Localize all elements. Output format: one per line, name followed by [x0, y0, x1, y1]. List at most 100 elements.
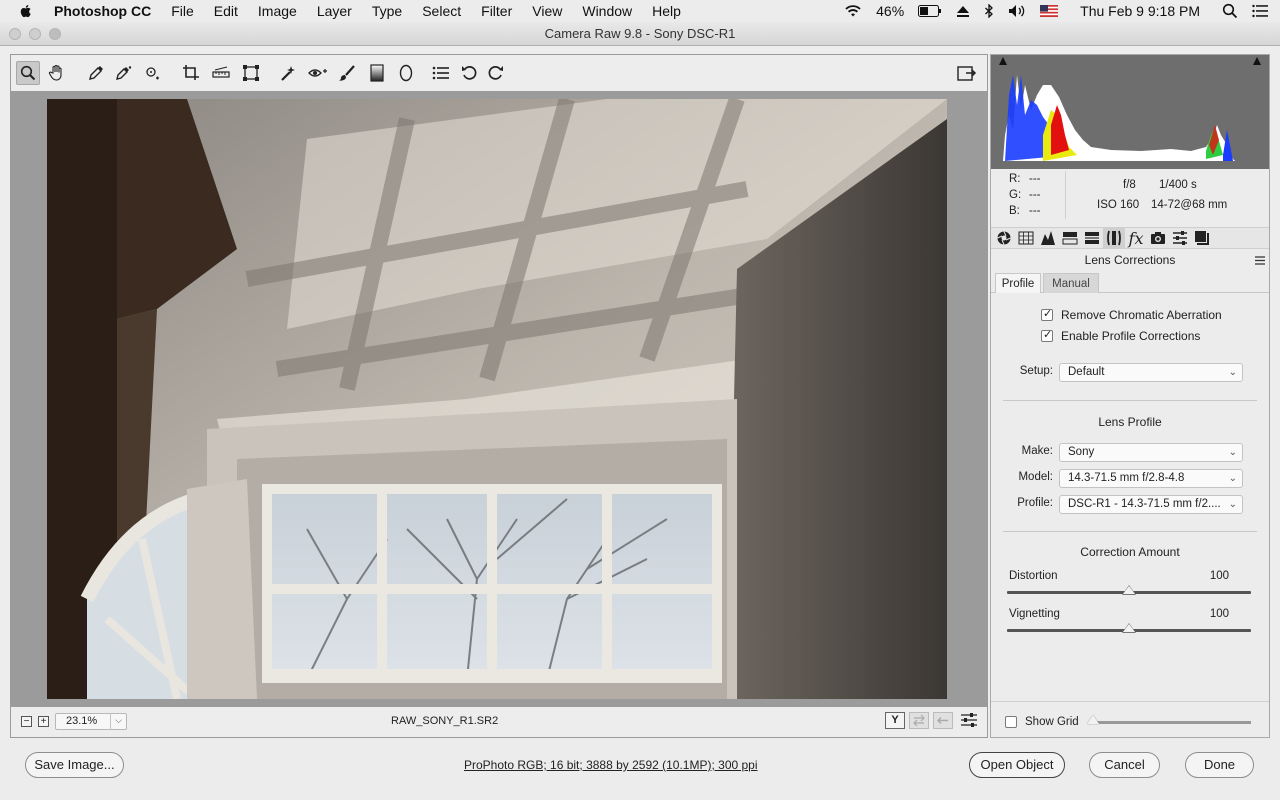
rotate-cw-icon: [488, 66, 503, 80]
zoom-tool[interactable]: [16, 61, 40, 85]
graduated-filter-tool[interactable]: [365, 61, 389, 85]
spot-removal-icon: [281, 66, 295, 81]
r-label: R:: [1009, 173, 1021, 185]
bluetooth-icon[interactable]: [984, 4, 994, 18]
zoom-in-button[interactable]: +: [38, 716, 49, 727]
show-grid-row[interactable]: Show Grid: [1005, 714, 1079, 730]
highlight-clipping-icon[interactable]: [1253, 57, 1261, 65]
image-preview-area[interactable]: [11, 91, 987, 707]
view-settings-button[interactable]: [959, 711, 981, 730]
vignetting-label: Vignetting: [1009, 608, 1060, 620]
enable-profile-label: Enable Profile Corrections: [1061, 329, 1201, 343]
remove-ca-row[interactable]: Remove Chromatic Aberration: [1041, 307, 1222, 323]
tab-profile[interactable]: Profile: [995, 273, 1041, 293]
transform-tool[interactable]: [239, 61, 263, 85]
tab-hsl[interactable]: [1059, 228, 1081, 248]
model-select[interactable]: 14.3-71.5 mm f/2.8-4.8 ⌄: [1059, 469, 1243, 488]
tab-presets[interactable]: [1169, 228, 1191, 248]
menu-edit[interactable]: Edit: [214, 3, 238, 19]
workflow-options-link[interactable]: ProPhoto RGB; 16 bit; 3888 by 2592 (10.1…: [464, 758, 758, 772]
show-grid-label: Show Grid: [1025, 716, 1079, 728]
b-label: B:: [1009, 205, 1020, 217]
hand-tool[interactable]: [45, 61, 69, 85]
tab-tone-curve[interactable]: [1015, 228, 1037, 248]
us-flag-icon[interactable]: [1040, 5, 1059, 17]
chevron-down-icon: ⌄: [1228, 473, 1237, 484]
zoom-level-select[interactable]: 23.1% ⌵: [55, 713, 127, 730]
make-select[interactable]: Sony ⌄: [1059, 443, 1243, 462]
show-grid-checkbox[interactable]: [1005, 716, 1017, 728]
copy-settings-button[interactable]: [933, 712, 953, 729]
adjustment-brush-tool[interactable]: [335, 61, 359, 85]
tab-effects[interactable]: fx: [1125, 228, 1147, 248]
menu-image[interactable]: Image: [258, 3, 297, 19]
airplay-icon[interactable]: [956, 5, 970, 17]
menu-layer[interactable]: Layer: [317, 3, 352, 19]
close-window-button[interactable]: [9, 28, 21, 40]
preferences-list-button[interactable]: [429, 61, 453, 85]
shadow-clipping-icon[interactable]: [999, 57, 1007, 65]
tab-split-toning[interactable]: [1081, 228, 1103, 248]
minimize-window-button[interactable]: [29, 28, 41, 40]
radial-filter-tool[interactable]: [394, 61, 418, 85]
notification-center-icon[interactable]: [1252, 4, 1268, 18]
menu-window[interactable]: Window: [582, 3, 632, 19]
menu-filter[interactable]: Filter: [481, 3, 512, 19]
vignetting-slider-thumb[interactable]: [1123, 624, 1135, 632]
red-eye-tool[interactable]: [306, 61, 330, 85]
grid-size-slider-thumb[interactable]: [1087, 715, 1099, 724]
zoom-window-button[interactable]: [49, 28, 61, 40]
app-name-menu[interactable]: Photoshop CC: [54, 3, 151, 19]
straighten-tool[interactable]: [209, 61, 233, 85]
adjustments-panel: R: --- G: --- B: --- f/8 1/400 s ISO 160…: [990, 54, 1270, 738]
spot-removal-tool[interactable]: [277, 61, 301, 85]
volume-icon[interactable]: [1008, 4, 1026, 18]
menu-file[interactable]: File: [171, 3, 194, 19]
enable-profile-row[interactable]: Enable Profile Corrections: [1041, 328, 1200, 344]
tab-basic[interactable]: [993, 228, 1015, 248]
toggle-fullscreen-button[interactable]: [955, 61, 979, 85]
photo-preview[interactable]: [47, 99, 947, 699]
done-button[interactable]: Done: [1185, 752, 1254, 778]
swap-before-after-button[interactable]: [909, 712, 929, 729]
tab-snapshots[interactable]: [1191, 228, 1213, 248]
window-title: Camera Raw 9.8 - Sony DSC-R1: [544, 26, 736, 41]
targeted-adjustment-tool[interactable]: [141, 61, 165, 85]
menu-type[interactable]: Type: [372, 3, 402, 19]
menubar-clock[interactable]: Thu Feb 9 9:18 PM: [1080, 3, 1200, 19]
menu-help[interactable]: Help: [652, 3, 681, 19]
rotate-right-button[interactable]: [483, 61, 507, 85]
eyedropper-icon: [89, 66, 103, 80]
crop-tool[interactable]: [179, 61, 203, 85]
open-object-button[interactable]: Open Object: [969, 752, 1065, 778]
panel-menu-icon[interactable]: [1255, 256, 1265, 265]
wifi-icon[interactable]: [844, 4, 862, 18]
menu-view[interactable]: View: [532, 3, 562, 19]
remove-ca-checkbox[interactable]: [1041, 307, 1053, 321]
zoom-out-button[interactable]: −: [21, 716, 32, 727]
histogram: [991, 55, 1269, 169]
tab-detail[interactable]: [1037, 228, 1059, 248]
rotate-left-button[interactable]: [458, 61, 482, 85]
cancel-button[interactable]: Cancel: [1089, 752, 1160, 778]
tab-lens-corrections[interactable]: [1103, 228, 1125, 248]
tab-camera-calibration[interactable]: [1147, 228, 1169, 248]
spotlight-search-icon[interactable]: [1222, 3, 1238, 19]
grid-size-slider[interactable]: [1093, 721, 1251, 724]
profile-select[interactable]: DSC-R1 - 14.3-71.5 mm f/2.... ⌄: [1059, 495, 1243, 514]
distortion-slider-thumb[interactable]: [1123, 586, 1135, 594]
white-balance-tool[interactable]: [84, 61, 108, 85]
apple-menu-icon[interactable]: [18, 3, 34, 19]
setup-select[interactable]: Default ⌄: [1059, 363, 1243, 382]
before-after-view-button[interactable]: Y: [885, 712, 905, 729]
menu-select[interactable]: Select: [422, 3, 461, 19]
tone-curve-icon: [1018, 231, 1034, 245]
g-label: G:: [1009, 189, 1022, 201]
color-sampler-tool[interactable]: [112, 61, 136, 85]
brush-icon: [339, 65, 355, 81]
enable-profile-checkbox[interactable]: [1041, 328, 1053, 342]
battery-icon[interactable]: [918, 5, 942, 17]
tab-manual[interactable]: Manual: [1043, 273, 1099, 293]
detail-icon: [1041, 231, 1055, 245]
save-image-button[interactable]: Save Image...: [25, 752, 124, 778]
